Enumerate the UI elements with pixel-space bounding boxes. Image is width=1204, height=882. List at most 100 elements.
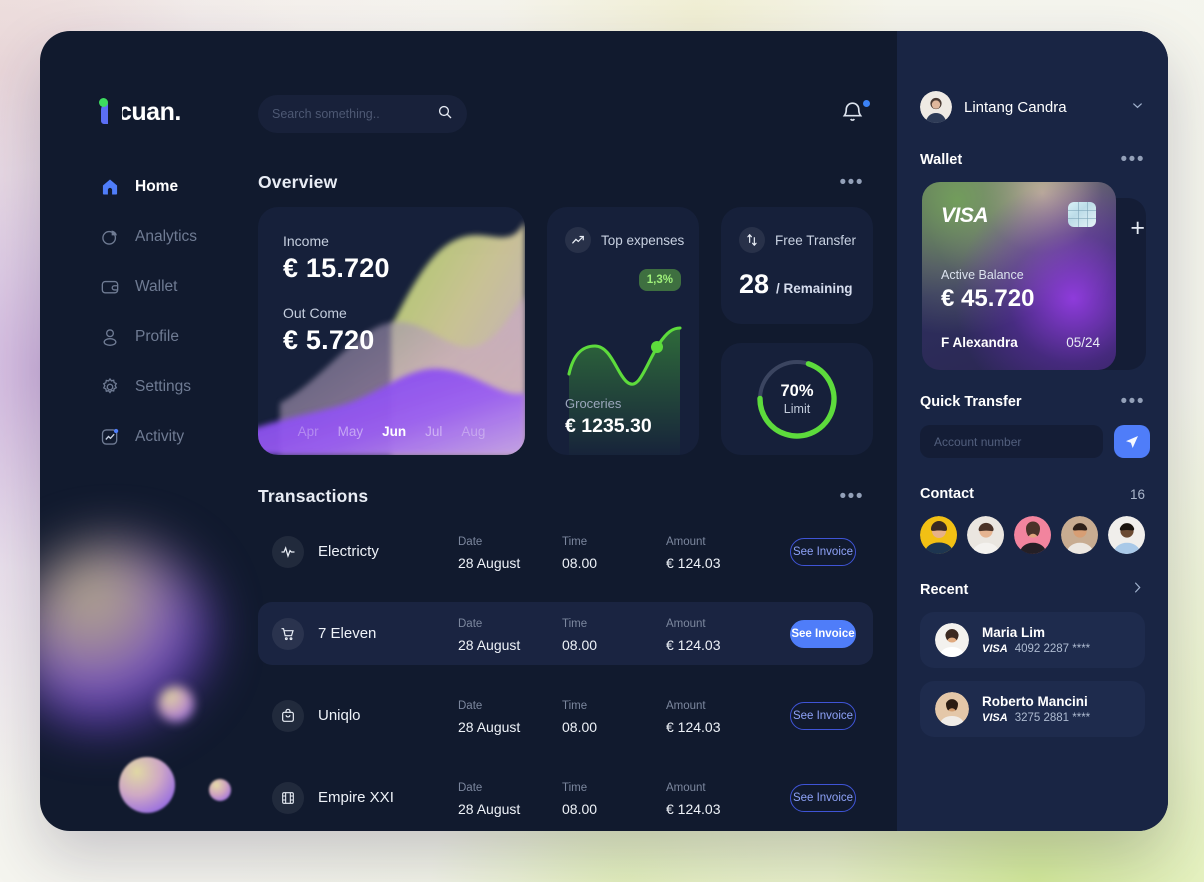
transaction-date: 28 August [458,719,521,735]
transaction-date: 28 August [458,555,521,571]
brand-logo[interactable]: cuan. [99,97,181,127]
month-tab-apr[interactable]: Apr [298,424,319,439]
transaction-amount: € 124.03 [666,719,721,735]
contact-avatar-5[interactable] [1108,516,1145,554]
plus-icon[interactable]: + [1130,214,1145,243]
visa-brand-label: VISA [982,643,1008,655]
home-icon [99,176,121,198]
overview-header: Overview ••• [225,172,897,193]
month-tab-jul[interactable]: Jul [425,424,442,439]
contact-avatar-2[interactable] [967,516,1004,554]
column-header-amount: Amount [666,782,706,794]
sidebar-item-label: Home [135,178,179,195]
card-holder-name: F Alexandra [941,335,1018,350]
sidebar-item-settings[interactable]: Settings [40,367,225,407]
contact-avatar-1[interactable] [920,516,957,554]
column-header-time: Time [562,782,588,794]
month-selector: Apr May Jun Jul Aug [258,424,525,439]
contact-header: Contact 16 [920,486,1145,502]
overview-menu-button[interactable]: ••• [840,173,864,192]
table-row[interactable]: 7 Eleven Date 28 August Time 08.00 Amoun… [258,602,873,665]
income-value: € 15.720 [283,253,390,283]
transactions-header: Transactions ••• [225,486,897,507]
chip-icon [1068,202,1096,227]
small-cards-column: Free Transfer 28 / Remaining 70% Limit [721,207,873,455]
column-header-time: Time [562,700,588,712]
wallet-title: Wallet [920,152,963,168]
contact-title: Contact [920,486,974,502]
transaction-date: 28 August [458,801,521,817]
chevron-down-icon[interactable] [1130,98,1145,116]
limit-label: Limit [783,402,811,416]
transaction-name: Electricty [318,543,379,560]
transaction-time: 08.00 [562,801,598,817]
sidebar-nav: Home Analytics Wallet Profile Settings A… [40,167,225,467]
contact-avatar-3[interactable] [1014,516,1051,554]
balance-label: Active Balance [941,268,1024,282]
visa-brand-label: VISA [982,712,1008,724]
sidebar-item-analytics[interactable]: Analytics [40,217,225,257]
outcome-value: € 5.720 [283,325,375,355]
table-row[interactable]: Electricty Date 28 August Time 08.00 Amo… [258,520,873,583]
list-item[interactable]: Roberto Mancini VISA 3275 2881 **** [920,681,1145,737]
column-header-date: Date [458,782,483,794]
film-reel-icon [272,781,304,814]
month-tab-may[interactable]: May [338,424,364,439]
month-tab-aug[interactable]: Aug [461,424,485,439]
free-transfer-suffix: / Remaining [776,281,853,296]
visa-brand-logo: VISA [941,204,989,227]
table-row[interactable]: Uniqlo Date 28 August Time 08.00 Amount … [258,684,873,747]
quick-transfer-menu-button[interactable]: ••• [1121,392,1145,411]
user-icon [99,326,121,348]
sidebar-item-label: Profile [135,328,179,345]
free-transfer-title: Free Transfer [775,232,857,248]
chevron-right-icon[interactable] [1130,580,1145,599]
income-card: Income € 15.720 Out Come € 5.720 Apr May… [258,207,525,455]
see-invoice-button[interactable]: See Invoice [790,701,856,730]
transaction-name: Empire XXI [318,789,394,806]
recent-avatar-1 [935,623,969,657]
month-tab-jun[interactable]: Jun [382,424,406,439]
sidebar-item-label: Activity [135,428,185,445]
free-transfer-count: 28 [739,269,770,299]
send-plane-icon[interactable] [1114,425,1150,458]
sidebar-item-label: Wallet [135,278,178,295]
column-header-date: Date [458,536,483,548]
overview-cards: Income € 15.720 Out Come € 5.720 Apr May… [258,207,873,455]
trend-up-icon [565,227,591,253]
transaction-name: Uniqlo [318,707,361,724]
sidebar-item-wallet[interactable]: Wallet [40,267,225,307]
user-profile-button[interactable]: Lintang Candra [920,31,1145,123]
transactions-menu-button[interactable]: ••• [840,487,864,506]
wallet-menu-button[interactable]: ••• [1121,150,1145,169]
visa-card[interactable]: VISA Active Balance € 45.720 F Alexandra… [922,182,1116,370]
expenses-percent-badge: 1,3% [638,269,681,291]
sidebar-item-activity[interactable]: Activity [40,417,225,457]
transaction-name: 7 Eleven [318,625,377,642]
sidebar-item-home[interactable]: Home [40,167,225,207]
table-row[interactable]: Empire XXI Date 28 August Time 08.00 Amo… [258,766,873,829]
pulse-icon [272,535,304,568]
free-transfer-card: Free Transfer 28 / Remaining [721,207,873,324]
see-invoice-button[interactable]: See Invoice [790,537,856,566]
wallet-card-stack: VISA Active Balance € 45.720 F Alexandra… [920,182,1146,370]
recent-name: Maria Lim [982,625,1046,640]
account-number-input[interactable] [920,425,1103,458]
contact-avatar-list [920,516,1145,554]
avatar [920,91,952,123]
top-expenses-title: Top expenses [601,232,685,248]
see-invoice-button[interactable]: See Invoice [790,783,856,812]
transaction-amount: € 124.03 [666,555,721,571]
gear-icon [99,376,121,398]
limit-ring-chart: 70% Limit [753,355,841,443]
transfer-arrows-icon [739,227,765,253]
quick-transfer-form [920,425,1150,458]
contact-avatar-4[interactable] [1061,516,1098,554]
recent-name: Roberto Mancini [982,694,1088,709]
recent-card-number: 4092 2287 **** [1014,643,1091,655]
see-invoice-button[interactable]: See Invoice [790,619,856,648]
right-panel: Lintang Candra Wallet ••• VISA Active Ba… [897,31,1168,831]
list-item[interactable]: Maria Lim VISA 4092 2287 **** [920,612,1145,668]
sidebar-item-profile[interactable]: Profile [40,317,225,357]
column-header-date: Date [458,618,483,630]
